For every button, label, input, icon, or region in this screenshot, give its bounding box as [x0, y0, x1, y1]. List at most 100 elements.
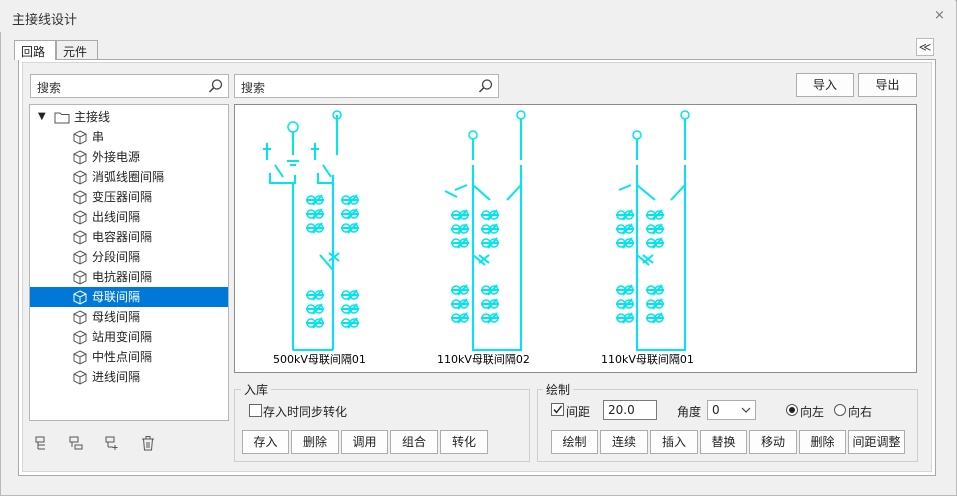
switch-blade	[454, 184, 468, 191]
tree-item[interactable]: 出线间隔	[30, 207, 228, 227]
tree-item[interactable]: 中性点间隔	[30, 347, 228, 367]
diagram-drawing	[263, 110, 690, 351]
search-icon[interactable]	[208, 78, 224, 94]
tree-item[interactable]: 母联间隔	[30, 287, 228, 307]
tree-root-label: 主接线	[74, 110, 111, 124]
tree-item[interactable]: 串	[30, 127, 228, 147]
tree-item[interactable]: 站用变间隔	[30, 327, 228, 347]
tree-item-label: 消弧线圈间隔	[92, 170, 165, 184]
cube-icon	[73, 150, 87, 165]
cube-icon	[73, 130, 87, 145]
cube-icon	[73, 290, 87, 305]
earth-terminal	[287, 121, 299, 133]
add-node-icon[interactable]	[33, 434, 51, 452]
move-button[interactable]: 移动	[749, 430, 797, 454]
tree-item[interactable]: 消弧线圈间隔	[30, 167, 228, 187]
add-child-node-icon[interactable]	[67, 434, 85, 452]
cube-icon	[73, 330, 87, 345]
tree-item[interactable]: 分段间隔	[30, 247, 228, 267]
tree-root-main-wiring[interactable]: ▼ 主接线	[30, 107, 228, 127]
draw-group-title: 绘制	[543, 381, 574, 398]
tree-search-input[interactable]: 搜索	[30, 74, 229, 98]
tree-item-label: 变压器间隔	[92, 190, 153, 204]
convert-button[interactable]: 转化	[440, 430, 488, 454]
tree-item[interactable]: 变压器间隔	[30, 187, 228, 207]
tree-item-label: 出线间隔	[92, 210, 141, 224]
diagram-search-placeholder: 搜索	[241, 81, 266, 95]
tree-item[interactable]: 进线间隔	[30, 367, 228, 387]
import-button[interactable]: 导入	[796, 73, 854, 97]
chain-button[interactable]: 连续	[600, 430, 648, 454]
spacing-input[interactable]: 20.0	[603, 400, 657, 420]
spacing-adjust-button[interactable]: 间距调整	[848, 430, 905, 454]
tree-item-label: 电抗器间隔	[92, 270, 153, 284]
sync-convert-checkbox[interactable]	[249, 404, 262, 417]
spacing-label: 间距	[566, 405, 591, 419]
tree-item[interactable]: 电抗器间隔	[30, 267, 228, 287]
save-button[interactable]: 存入	[242, 430, 289, 454]
earth-terminal	[680, 110, 690, 120]
spacing-checkbox[interactable]	[551, 403, 564, 416]
add-sibling-node-icon[interactable]	[103, 434, 121, 452]
cube-icon	[73, 270, 87, 285]
angle-label: 角度	[677, 405, 702, 419]
direction-right-label: 向右	[848, 405, 873, 419]
diagram-search-input[interactable]: 搜索	[234, 74, 499, 98]
chevron-down-icon	[741, 407, 751, 413]
trash-icon[interactable]	[139, 434, 157, 452]
wire	[670, 184, 686, 201]
cube-icon	[73, 230, 87, 245]
title-bar	[0, 0, 955, 32]
tree-item-label: 外接电源	[92, 150, 141, 164]
tree-item-label: 串	[92, 130, 105, 144]
delete-button[interactable]: 删除	[291, 430, 339, 454]
earth-terminal	[632, 130, 642, 140]
earth-terminal	[468, 130, 478, 140]
switch-blade	[274, 164, 284, 178]
checkmark-icon	[553, 405, 563, 414]
diagram-label-110kv-01[interactable]: 110kV母联间隔01	[601, 351, 694, 367]
call-button[interactable]: 调用	[341, 430, 388, 454]
cube-icon	[73, 210, 87, 225]
export-button[interactable]: 导出	[858, 73, 917, 97]
tree-item[interactable]: 母线间隔	[30, 307, 228, 327]
sync-convert-label: 存入时同步转化	[263, 405, 348, 419]
replace-button[interactable]: 替换	[700, 430, 747, 454]
draw-button[interactable]: 绘制	[551, 430, 598, 454]
breaker	[319, 254, 334, 271]
angle-value: 0	[712, 403, 720, 417]
close-icon[interactable]: ×	[934, 8, 945, 23]
insert-button[interactable]: 插入	[650, 430, 698, 454]
diagram-label-110kv-02[interactable]: 110kV母联间隔02	[437, 351, 530, 367]
tab-circuit[interactable]: 回路	[14, 40, 56, 60]
tree-item-label: 站用变间隔	[92, 330, 153, 344]
angle-select[interactable]: 0	[707, 400, 756, 420]
combine-button[interactable]: 组合	[390, 430, 438, 454]
diagram-canvas[interactable]: 500kV母联间隔01 110kV母联间隔02 110kV母联间隔01	[234, 104, 917, 373]
cube-icon	[73, 170, 87, 185]
store-group-title: 入库	[241, 381, 272, 398]
earth-terminal	[516, 110, 526, 120]
wire	[636, 184, 656, 201]
search-icon[interactable]	[478, 78, 494, 94]
tab-component[interactable]: 元件	[56, 40, 98, 59]
cube-icon	[73, 310, 87, 325]
delete-drawing-button[interactable]: 删除	[799, 430, 846, 454]
tree-item-label: 进线间隔	[92, 370, 141, 384]
direction-right-radio[interactable]	[834, 404, 846, 416]
wire	[472, 184, 491, 201]
tree-item-label: 分段间隔	[92, 250, 141, 264]
tree-item[interactable]: 外接电源	[30, 147, 228, 167]
tree-item-label: 母联间隔	[92, 290, 141, 304]
cube-icon	[73, 370, 87, 385]
direction-left-label: 向左	[800, 405, 825, 419]
folder-icon	[54, 112, 70, 124]
direction-left-radio[interactable]	[786, 404, 798, 416]
tree-item[interactable]: 电容器间隔	[30, 227, 228, 247]
tree-search-placeholder: 搜索	[37, 81, 62, 95]
expander-icon[interactable]: ▼	[38, 107, 46, 127]
cube-icon	[73, 350, 87, 365]
switch-blade	[618, 184, 632, 191]
collapse-icon[interactable]: ≪	[916, 38, 934, 56]
diagram-label-500kv-01[interactable]: 500kV母联间隔01	[273, 351, 366, 367]
